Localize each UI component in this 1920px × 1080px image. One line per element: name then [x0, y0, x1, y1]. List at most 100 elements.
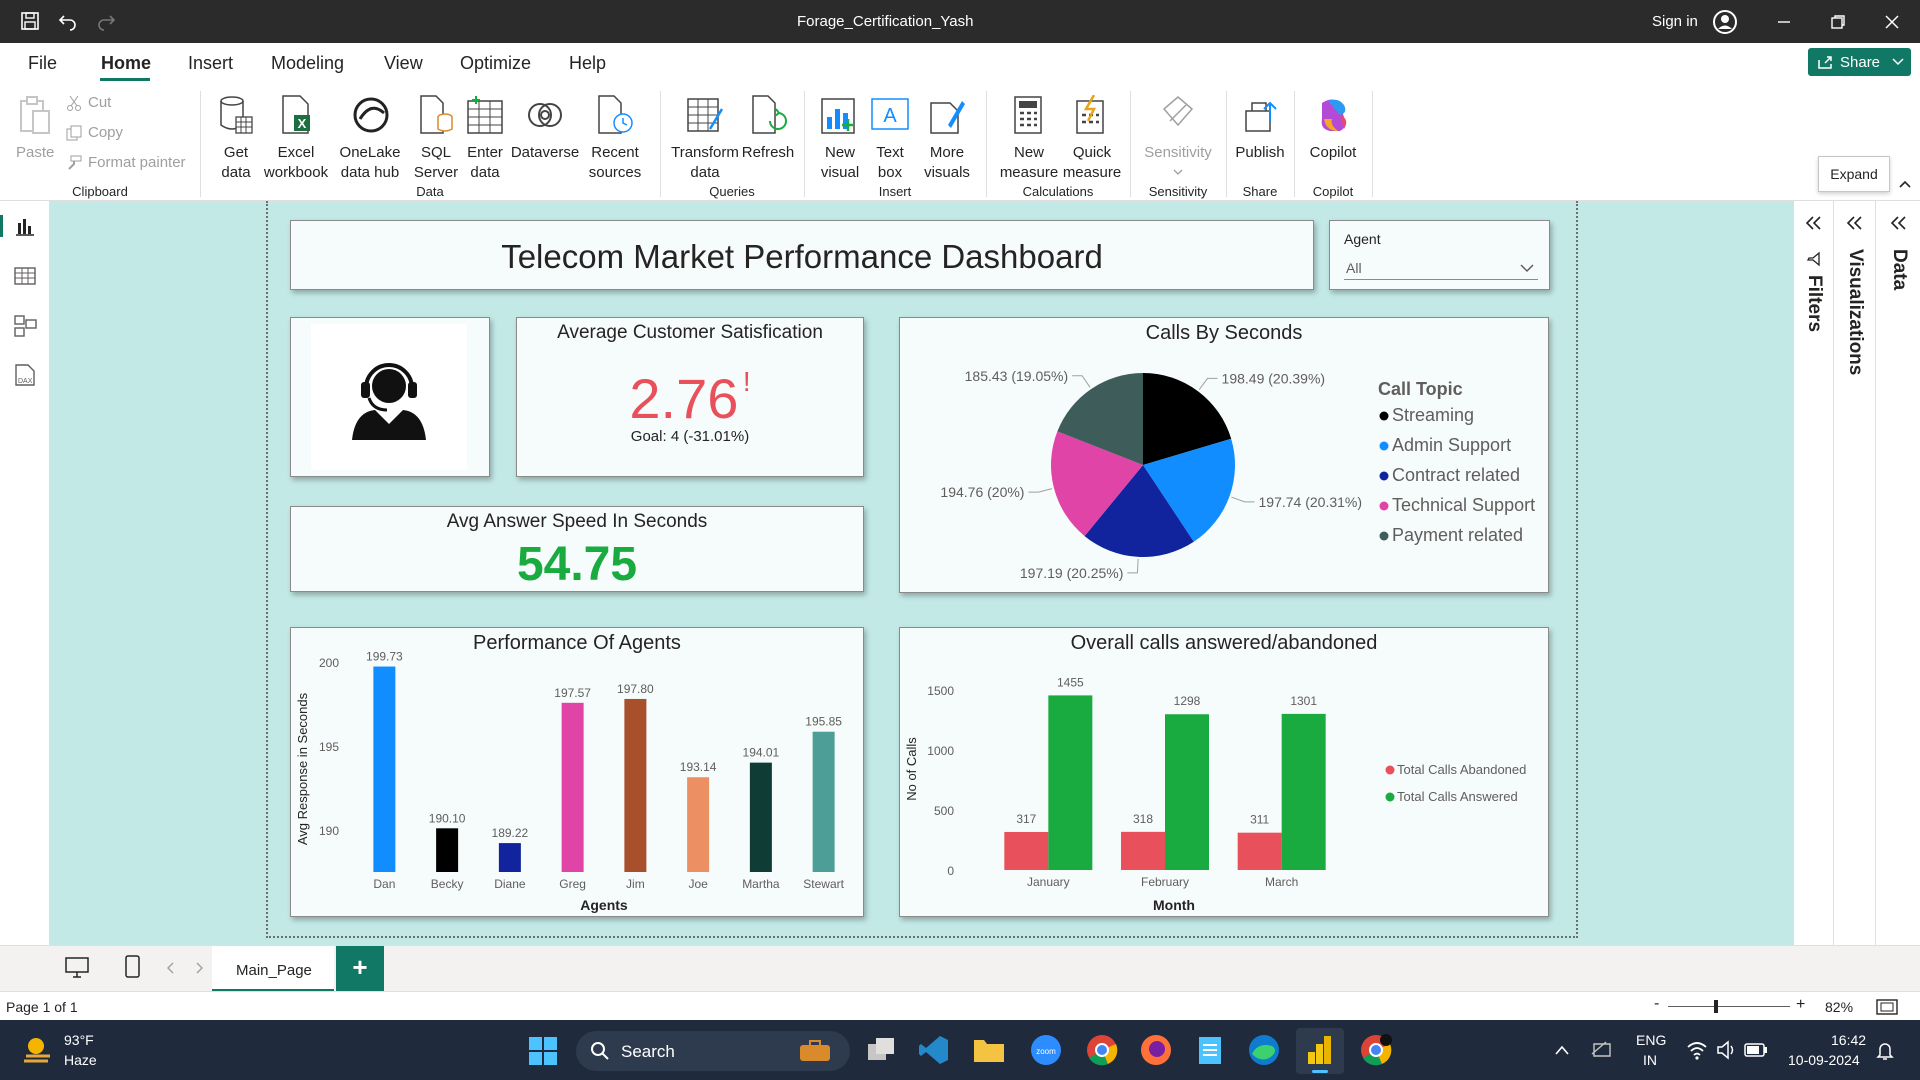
transform-data-button[interactable]: Transform data — [668, 91, 742, 183]
close-icon[interactable] — [1884, 14, 1900, 30]
network-off-icon[interactable] — [1590, 1040, 1614, 1060]
copilot-icon — [1321, 99, 1347, 131]
redo-icon[interactable] — [96, 11, 116, 31]
zoom-out-button[interactable]: - — [1654, 995, 1659, 1013]
dataverse-button[interactable]: Dataverse — [508, 91, 582, 183]
new-visual-button[interactable]: New visual — [812, 91, 868, 183]
zoom-slider[interactable] — [1668, 1006, 1790, 1007]
group-copilot: Copilot — [1312, 184, 1354, 199]
group-insert: Insert — [878, 184, 912, 199]
menu-help[interactable]: Help — [569, 53, 606, 74]
agent-bar-label-5: 193.14 — [680, 760, 717, 774]
power-bi-icon — [1308, 1036, 1331, 1064]
sql-server-button[interactable]: SQL Server — [412, 91, 460, 183]
answer-speed-kpi-card: Avg Answer Speed In Seconds 54.75 — [290, 506, 864, 592]
power-bi-taskbar-button[interactable] — [1296, 1028, 1344, 1074]
undo-icon[interactable] — [58, 11, 78, 31]
volume-icon[interactable] — [1716, 1040, 1738, 1060]
calls-bar-1-1 — [1165, 714, 1209, 870]
menu-optimize[interactable]: Optimize — [460, 53, 531, 74]
model-view-icon[interactable] — [14, 315, 38, 337]
notification-bell-icon[interactable] — [1876, 1040, 1894, 1062]
refresh-button[interactable]: Refresh — [740, 91, 796, 183]
recent-sources-button[interactable]: Recent sources — [582, 91, 648, 183]
chevron-right-icon[interactable] — [194, 962, 204, 974]
agent-x-tick-3: Greg — [559, 877, 586, 891]
temperature: 93°F — [64, 1032, 94, 1048]
menu-file[interactable]: File — [28, 53, 57, 74]
visualizations-pane[interactable]: Visualizations — [1834, 201, 1876, 945]
copilot-button[interactable]: Copilot — [1302, 91, 1364, 183]
quick-measure-button[interactable]: Quick measure — [1058, 91, 1126, 183]
sensitivity-button[interactable]: Sensitivity — [1138, 91, 1218, 183]
tab-main-page[interactable]: Main_Page — [212, 946, 334, 992]
mobile-layout-icon[interactable] — [124, 954, 142, 980]
new-measure-button[interactable]: New measure — [994, 91, 1064, 183]
chrome-icon[interactable] — [1086, 1034, 1118, 1066]
edge-icon[interactable] — [1248, 1034, 1280, 1066]
search-highlight-icon — [800, 1040, 830, 1061]
agent-x-tick-7: Stewart — [803, 877, 844, 891]
chrome-profile-icon[interactable] — [1360, 1034, 1392, 1066]
report-view-icon[interactable] — [14, 217, 36, 237]
enter-data-button[interactable]: Enter data — [462, 91, 508, 183]
menu-view[interactable]: View — [384, 53, 423, 74]
calls-bar-0-0 — [1004, 831, 1049, 870]
report-page: Telecom Market Performance Dashboard Age… — [266, 201, 1578, 938]
pie-leader-2 — [1127, 558, 1139, 574]
menu-modeling[interactable]: Modeling — [271, 53, 344, 74]
chevron-left-icon[interactable] — [166, 962, 176, 974]
collapse-ribbon-icon[interactable] — [1898, 178, 1912, 190]
firefox-icon[interactable] — [1140, 1034, 1172, 1066]
agent-dropdown[interactable]: All — [1344, 256, 1538, 280]
sign-in-link[interactable]: Sign in — [1652, 13, 1698, 30]
chevron-up-icon[interactable] — [1554, 1044, 1570, 1056]
restore-icon[interactable] — [1830, 14, 1846, 30]
calls-bar-label-0-2: 311 — [1250, 813, 1269, 827]
notepad-icon[interactable] — [1196, 1034, 1224, 1066]
dax-query-view-icon[interactable]: DAX — [14, 363, 36, 387]
desktop-layout-icon[interactable] — [64, 956, 90, 980]
agent-bar-label-6: 194.01 — [743, 746, 780, 760]
excel-workbook-button[interactable]: X Excel workbook — [262, 91, 330, 183]
data-pane[interactable]: Data — [1876, 201, 1920, 945]
save-icon[interactable] — [20, 11, 40, 31]
refresh-icon — [752, 95, 787, 134]
menu-home[interactable]: Home — [101, 53, 151, 74]
filters-pane[interactable]: Filters — [1794, 201, 1834, 945]
active-tab-indicator — [100, 78, 150, 81]
svg-text:zoom: zoom — [1036, 1047, 1056, 1056]
zoom-slider-thumb[interactable] — [1714, 1000, 1718, 1013]
scissors-icon — [67, 95, 81, 111]
account-icon[interactable] — [1712, 9, 1738, 35]
add-page-button[interactable]: + — [336, 946, 384, 992]
menu-insert[interactable]: Insert — [188, 53, 233, 74]
file-explorer-icon[interactable] — [972, 1036, 1006, 1064]
pie-leader-4 — [1072, 375, 1091, 388]
agent-bar-label-2: 189.22 — [492, 826, 529, 840]
pie-leader-1 — [1231, 496, 1255, 503]
database-icon — [220, 96, 253, 134]
vscode-icon[interactable] — [918, 1034, 950, 1066]
battery-icon[interactable] — [1744, 1042, 1768, 1058]
task-view-icon[interactable] — [866, 1036, 898, 1066]
format-painter-button[interactable]: Format painter — [66, 153, 196, 173]
zoom-app-icon[interactable]: zoom — [1030, 1034, 1062, 1066]
minimize-icon[interactable] — [1776, 14, 1792, 30]
fit-to-page-icon[interactable] — [1876, 998, 1898, 1016]
publish-button[interactable]: Publish — [1232, 91, 1288, 183]
zoom-in-button[interactable]: + — [1796, 996, 1805, 1014]
onelake-button[interactable]: OneLake data hub — [332, 91, 408, 183]
pie-legend-item-0: Streaming — [1392, 405, 1474, 425]
wifi-icon[interactable] — [1686, 1040, 1708, 1060]
text-box-button[interactable]: A Text box — [864, 91, 916, 183]
more-visuals-button[interactable]: More visuals — [916, 91, 978, 183]
windows-start-icon[interactable] — [528, 1036, 558, 1066]
paste-button[interactable]: Paste — [12, 91, 58, 167]
get-data-button[interactable]: Get data — [208, 91, 264, 183]
agent-x-tick-2: Diane — [494, 877, 526, 891]
agent-x-tick-1: Becky — [431, 877, 464, 891]
share-button[interactable]: Share — [1808, 48, 1911, 76]
table-view-icon[interactable] — [14, 266, 36, 286]
taskbar-search-box[interactable]: Search — [576, 1031, 850, 1071]
